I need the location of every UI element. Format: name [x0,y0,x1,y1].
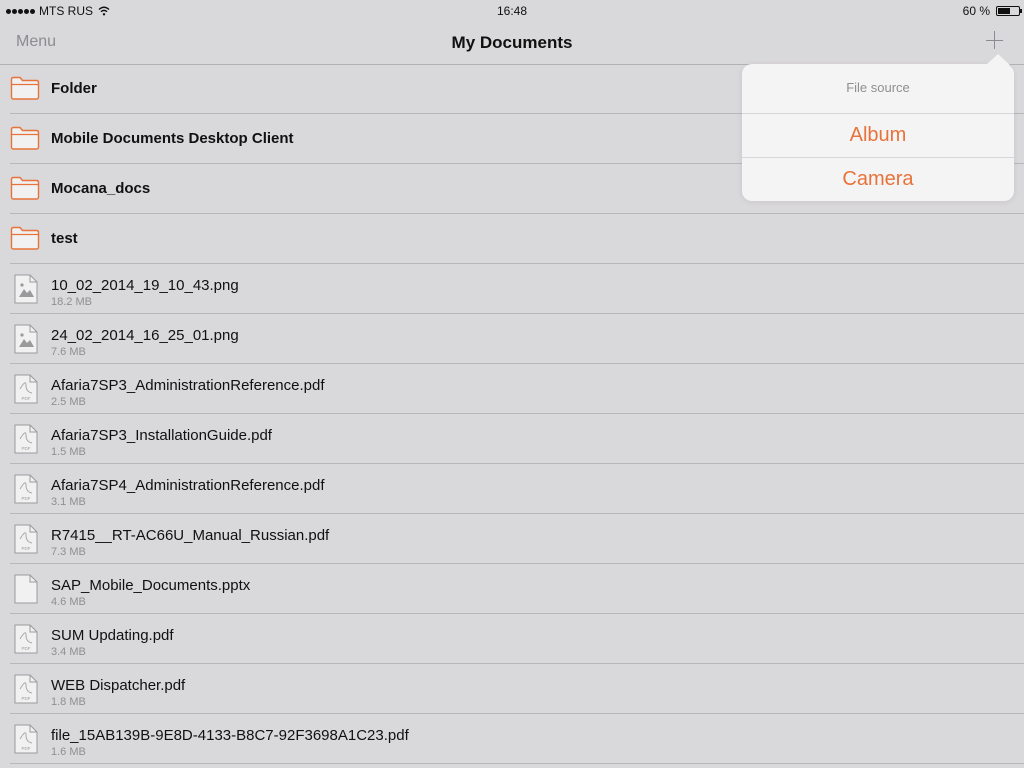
file-row[interactable]: 10_02_2014_19_10_43.png 18.2 MB [10,264,1024,314]
page-title: My Documents [451,33,573,52]
file-size: 7.6 MB [51,346,86,358]
svg-text:PDF: PDF [22,646,31,651]
pdf-file-icon: PDF [14,524,38,554]
folder-icon [10,175,40,201]
camera-option[interactable]: Camera [742,157,1014,201]
file-name: file_15AB139B-9E8D-4133-B8C7-92F3698A1C2… [51,727,409,744]
folder-name: Mocana_docs [51,180,151,197]
plus-icon[interactable] [983,29,1007,53]
file-name: Afaria7SP3_AdministrationReference.pdf [51,377,325,394]
svg-text:PDF: PDF [22,396,31,401]
battery-percent: 60 % [962,4,990,18]
file-name: Afaria7SP4_AdministrationReference.pdf [51,477,325,494]
file-row[interactable]: SAP_Mobile_Documents.pptx 4.6 MB [10,564,1024,614]
file-row[interactable]: 24_02_2014_16_25_01.png 7.6 MB [10,314,1024,364]
file-name: WEB Dispatcher.pdf [51,677,186,694]
folder-icon [10,125,40,151]
pdf-file-icon: PDF [14,674,38,704]
pdf-file-icon: PDF [14,474,38,504]
file-row[interactable]: PDF Afaria7SP3_InstallationGuide.pdf 1.5 M… [10,414,1024,464]
file-size: 1.6 MB [51,746,86,758]
file-name: Afaria7SP3_InstallationGuide.pdf [51,427,272,444]
file-name: R7415__RT-AC66U_Manual_Russian.pdf [51,527,330,544]
status-right: 60 % [962,4,1022,18]
pdf-file-icon: PDF [14,374,38,404]
pdf-file-icon: PDF [14,424,38,454]
navigation-bar: Menu My Documents [0,20,1024,65]
file-row[interactable]: PDF file_15AB139B-9E8D-4133-B8C7-92F3698A… [10,714,1024,764]
svg-text:PDF: PDF [22,696,31,701]
pdf-file-icon: PDF [14,624,38,654]
file-row[interactable]: PDF WEB Dispatcher.pdf 1.8 MB [10,664,1024,714]
pdf-file-icon: PDF [14,724,38,754]
file-size: 2.5 MB [51,396,86,408]
popover-header: File source [846,80,910,95]
document-file-icon [14,574,38,604]
image-file-icon [14,274,38,304]
svg-text:PDF: PDF [22,746,31,751]
file-size: 7.3 MB [51,546,86,558]
svg-text:PDF: PDF [22,446,31,451]
file-source-popover: File source Album Camera [742,54,1014,201]
file-row[interactable]: PDF Afaria7SP4_AdministrationReference.pd… [10,464,1024,514]
file-size: 3.4 MB [51,646,86,658]
svg-text:PDF: PDF [22,546,31,551]
file-row[interactable]: PDF SUM Updating.pdf 3.4 MB [10,614,1024,664]
album-option[interactable]: Album [742,113,1014,157]
file-row[interactable]: PDF Afaria7SP3_AdministrationReference.pd… [10,364,1024,414]
file-name: SUM Updating.pdf [51,627,174,644]
file-size: 1.8 MB [51,696,86,708]
status-time: 16:48 [496,4,528,18]
status-bar: MTS RUS 16:48 60 % [0,0,1024,20]
folder-name: test [51,230,78,247]
folder-row[interactable]: test [10,214,1024,264]
file-size: 1.5 MB [51,446,86,458]
file-size: 3.1 MB [51,496,86,508]
folder-name: Folder [51,80,97,97]
file-size: 18.2 MB [51,296,92,308]
image-file-icon [14,324,38,354]
battery-fill [998,8,1010,14]
svg-text:PDF: PDF [22,496,31,501]
battery-icon [996,6,1022,16]
popover-arrow [986,54,1010,65]
folder-icon [10,225,40,251]
file-name: 10_02_2014_19_10_43.png [51,277,239,294]
folder-icon [10,75,40,101]
folder-name: Mobile Documents Desktop Client [51,130,294,147]
file-size: 4.6 MB [51,596,86,608]
file-name: SAP_Mobile_Documents.pptx [51,577,251,594]
file-row[interactable]: PDF R7415__RT-AC66U_Manual_Russian.pdf 7.3… [10,514,1024,564]
file-name: 24_02_2014_16_25_01.png [51,327,239,344]
